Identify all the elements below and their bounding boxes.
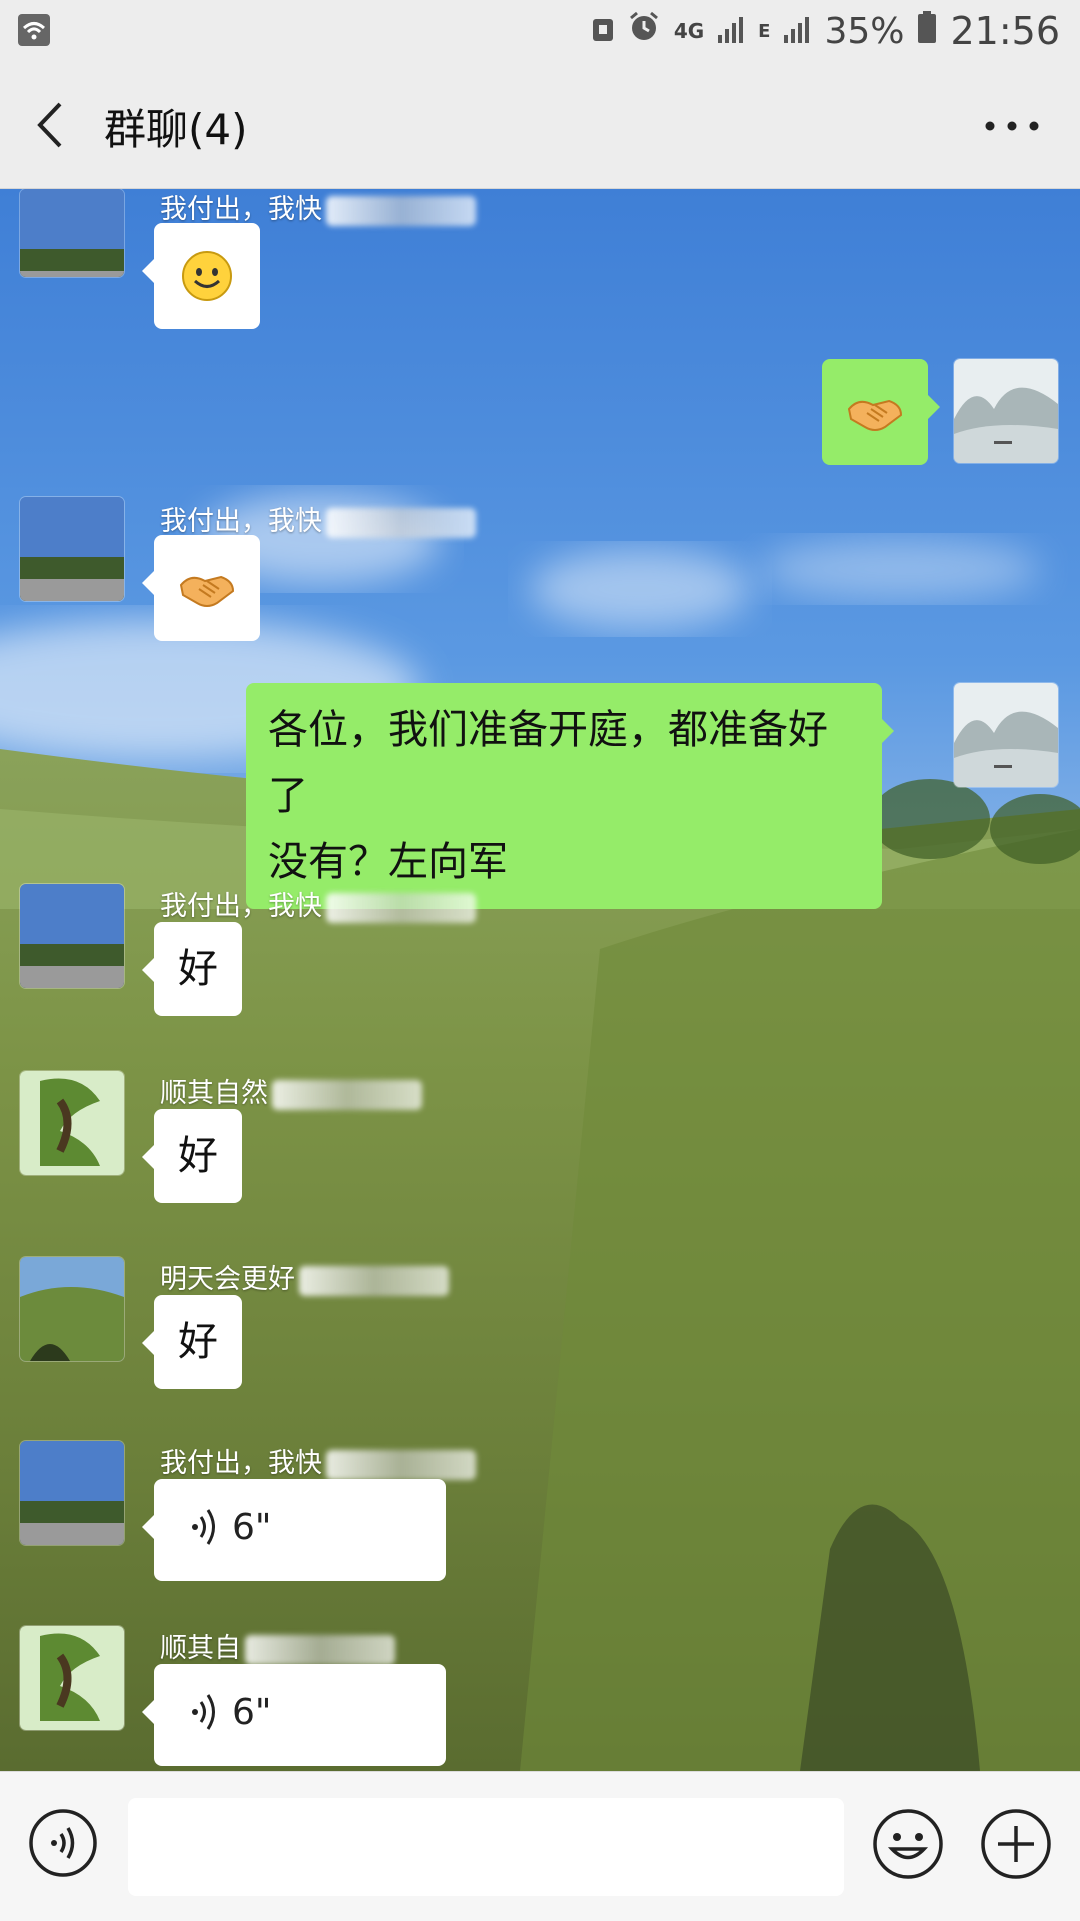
sender-name: 顺其自: [160, 1626, 395, 1665]
voice-wave-icon: [192, 1509, 215, 1545]
emoji-picker-icon[interactable]: [872, 1808, 944, 1880]
avatar[interactable]: [20, 1071, 124, 1175]
sender-name: 我付出，我快: [160, 189, 476, 226]
message-input[interactable]: [128, 1798, 844, 1896]
avatar[interactable]: [20, 189, 124, 277]
network-type-label: 4G: [673, 19, 705, 43]
clock-time: 21:56: [950, 9, 1060, 53]
status-bar: 4G E 35% 21:56: [0, 0, 1080, 62]
avatar[interactable]: [20, 1441, 124, 1545]
chat-area[interactable]: 我付出，我快 我付出，我快 各位，我们准备开庭，都准备好了 没有？左向军 我付出…: [0, 189, 1080, 1771]
voice-duration: 6": [232, 1506, 272, 1548]
signal-icon-2: [784, 11, 810, 52]
battery-percent: 35%: [824, 10, 905, 52]
signal-icon: [718, 11, 744, 52]
avatar[interactable]: [20, 884, 124, 988]
text-message-bubble[interactable]: 好: [142, 1109, 242, 1203]
sender-name: 明天会更好: [160, 1257, 449, 1296]
emoji-message-bubble[interactable]: [822, 359, 940, 465]
handshake-emoji-icon: [847, 399, 903, 431]
input-bar: [0, 1771, 1080, 1921]
sender-name: 我付出，我快: [160, 1441, 476, 1480]
emoji-message-bubble[interactable]: [142, 223, 260, 329]
voice-duration: 6": [232, 1691, 272, 1733]
text-message-bubble[interactable]: 好: [142, 1295, 242, 1389]
message-text: 好: [178, 1319, 218, 1365]
voice-input-icon[interactable]: [28, 1808, 98, 1878]
message-item: 我付出，我快 好: [0, 884, 1080, 1034]
chat-title: 群聊(4): [104, 105, 248, 154]
message-item: 顺其自 6": [0, 1626, 1080, 1771]
message-text: 好: [178, 1133, 218, 1179]
add-more-icon[interactable]: [980, 1808, 1052, 1880]
alarm-icon: [628, 11, 660, 52]
text-message-bubble[interactable]: 各位，我们准备开庭，都准备好了 没有？左向军: [246, 683, 894, 909]
avatar[interactable]: [20, 1626, 124, 1730]
message-item: [0, 359, 1080, 479]
text-message-bubble[interactable]: 好: [142, 922, 242, 1016]
message-item: 顺其自然 好: [0, 1071, 1080, 1221]
handshake-emoji-icon: [179, 575, 235, 607]
wifi-icon: [18, 14, 50, 50]
lock-icon: [592, 11, 614, 52]
voice-message-bubble[interactable]: 6": [142, 1479, 446, 1581]
avatar[interactable]: [954, 359, 1058, 463]
message-item: 明天会更好 好: [0, 1257, 1080, 1407]
message-text: 好: [178, 946, 218, 992]
avatar[interactable]: [954, 683, 1058, 787]
message-item: 各位，我们准备开庭，都准备好了 没有？左向军: [0, 683, 1080, 909]
voice-wave-icon: [192, 1694, 215, 1730]
message-item: 我付出，我快: [0, 189, 1080, 339]
message-item: 我付出，我快 6": [0, 1441, 1080, 1591]
chat-header: 群聊(4): [0, 62, 1080, 189]
sender-name: 顺其自然: [160, 1071, 422, 1110]
voice-message-bubble[interactable]: 6": [142, 1664, 446, 1766]
network-e-label: E: [758, 20, 771, 42]
message-item: 我付出，我快: [0, 497, 1080, 647]
emoji-message-bubble[interactable]: [142, 535, 260, 641]
smile-emoji-icon: [182, 251, 232, 301]
message-text-line: 各位，我们准备开庭，都准备好了: [268, 707, 828, 819]
more-options-icon[interactable]: [980, 106, 1044, 146]
sender-name: 我付出，我快: [160, 499, 476, 538]
sender-name: 我付出，我快: [160, 884, 476, 923]
avatar[interactable]: [20, 497, 124, 601]
battery-icon: [918, 10, 937, 52]
back-arrow-icon[interactable]: [30, 98, 80, 152]
avatar[interactable]: [20, 1257, 124, 1361]
